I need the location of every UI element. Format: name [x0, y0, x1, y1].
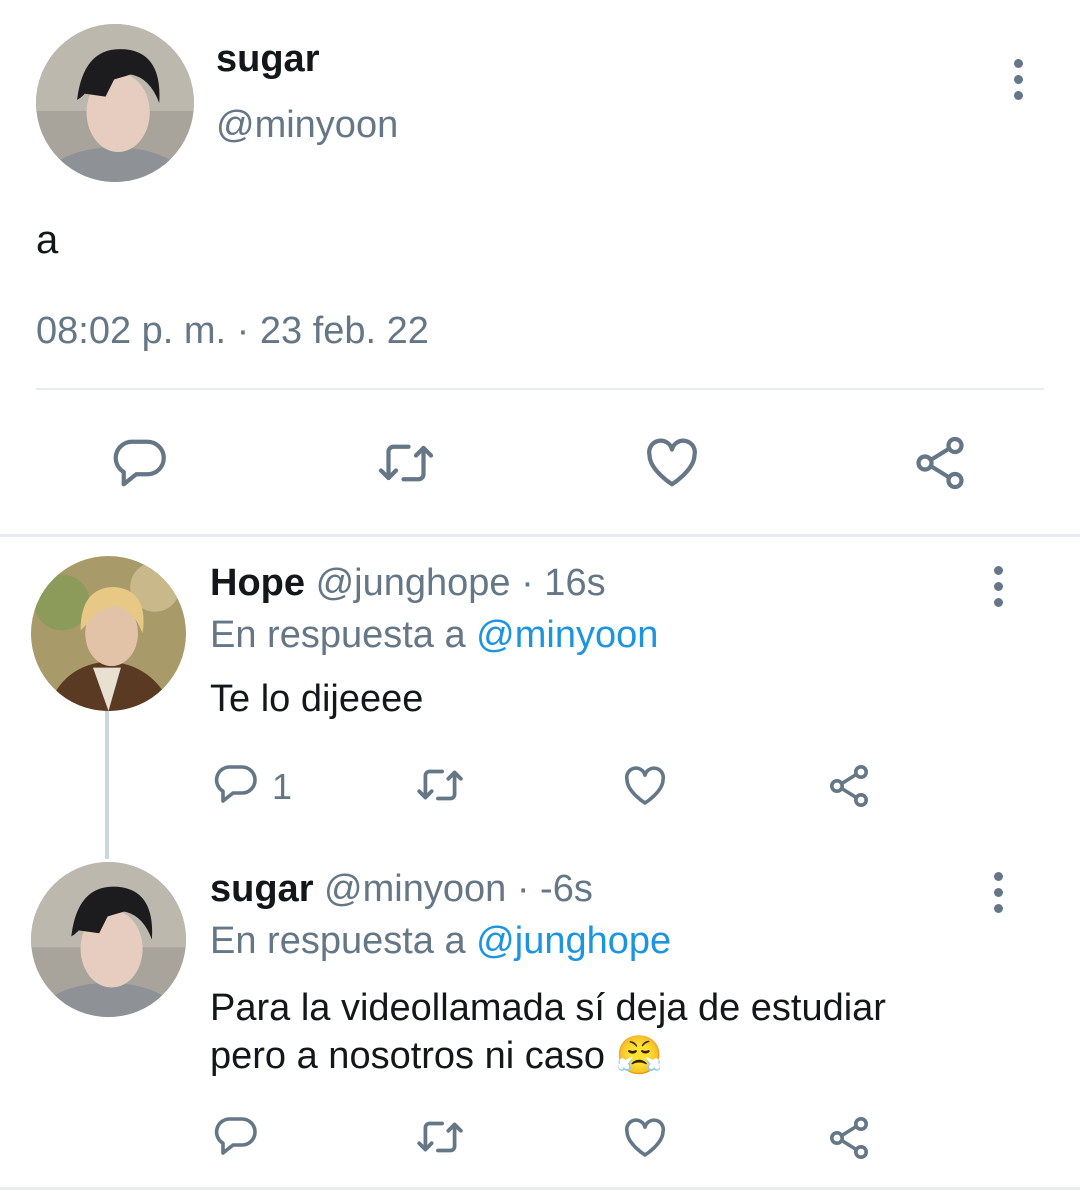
reply-to-link[interactable]: @minyoon — [476, 614, 658, 656]
reply-handle[interactable]: @minyoon — [324, 868, 506, 910]
bottom-divider — [0, 1187, 1080, 1190]
reply-context: En respuesta a @minyoon — [210, 614, 658, 657]
share-icon[interactable] — [825, 762, 873, 810]
like-icon[interactable] — [621, 762, 669, 810]
retweet-icon[interactable] — [412, 760, 468, 810]
reply-more-options-icon[interactable] — [988, 566, 1008, 614]
divider — [36, 388, 1044, 390]
reply-avatar-sugar[interactable] — [31, 862, 186, 1017]
reply-context-prefix: En respuesta a — [210, 614, 466, 656]
main-tweet-text: a — [36, 218, 59, 262]
reply-more-options-icon[interactable] — [988, 872, 1008, 920]
reply-header: sugar @minyoon · -6s — [210, 868, 593, 911]
reply-context-prefix: En respuesta a — [210, 920, 466, 962]
more-options-icon[interactable] — [1008, 59, 1028, 107]
reply-text: Te lo dijeeee — [210, 678, 424, 720]
main-tweet-handle[interactable]: @minyoon — [216, 104, 398, 147]
reply-time: · -6s — [516, 868, 593, 910]
thread-line — [105, 711, 109, 859]
reply-handle[interactable]: @junghope — [316, 562, 511, 604]
retweet-icon[interactable] — [412, 1112, 468, 1162]
reply-time: · 16s — [521, 562, 606, 604]
main-tweet-avatar[interactable] — [36, 24, 194, 182]
share-icon[interactable] — [910, 433, 970, 493]
reply-text-line2: pero a nosotros ni caso — [210, 1035, 606, 1077]
reply-text-line: Para la videollamada sí deja de estudiar — [210, 987, 886, 1029]
main-tweet-timestamp[interactable]: 08:02 p. m. · 23 feb. 22 — [36, 310, 429, 353]
reply-avatar-hope[interactable] — [31, 556, 186, 711]
main-tweet-display-name[interactable]: sugar — [216, 38, 319, 81]
reply-display-name[interactable]: sugar — [210, 868, 313, 910]
reply-icon[interactable] — [212, 1112, 260, 1160]
reply-header: Hope @junghope · 16s — [210, 562, 606, 605]
reply-context: En respuesta a @junghope — [210, 920, 671, 963]
section-divider — [0, 534, 1080, 537]
like-icon[interactable] — [642, 433, 702, 493]
reply-text-line: pero a nosotros ni caso 😤 — [210, 1032, 886, 1080]
reply-display-name[interactable]: Hope — [210, 562, 305, 604]
like-icon[interactable] — [621, 1114, 669, 1162]
share-icon[interactable] — [825, 1114, 873, 1162]
retweet-icon[interactable] — [372, 433, 440, 493]
steam-face-emoji: 😤 — [615, 1035, 663, 1077]
reply-text: Para la videollamada sí deja de estudiar… — [210, 984, 886, 1080]
reply-icon[interactable] — [212, 760, 260, 808]
reply-icon[interactable] — [110, 433, 170, 493]
reply-count: 1 — [272, 766, 293, 807]
reply-to-link[interactable]: @junghope — [476, 920, 671, 962]
